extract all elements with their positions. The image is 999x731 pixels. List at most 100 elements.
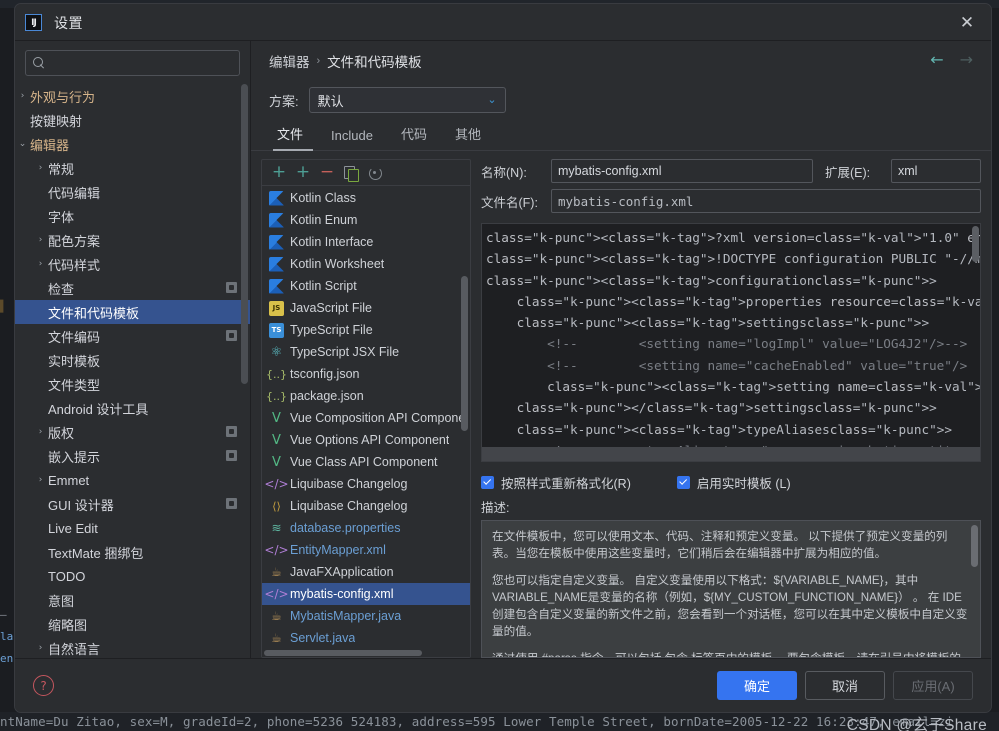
chevron-right-icon[interactable]: › xyxy=(15,91,30,101)
add-template-button[interactable]: + xyxy=(268,163,290,183)
chevron-right-icon[interactable]: › xyxy=(33,163,48,173)
sidebar-item-8[interactable]: ›检查 xyxy=(15,276,250,300)
sidebar-item-21[interactable]: ›意图 xyxy=(15,588,250,612)
description-scrollbar[interactable] xyxy=(971,525,978,567)
template-list[interactable]: Kotlin Class Kotlin Enum Kotlin Interface K… xyxy=(262,186,470,649)
background-editor-left-column: ▌ – la en xyxy=(0,8,14,731)
sidebar-item-20[interactable]: ›TODO xyxy=(15,564,250,588)
sidebar-item-19[interactable]: ›TextMate 捆绑包 xyxy=(15,540,250,564)
tab-1[interactable]: Include xyxy=(317,128,387,150)
sidebar-item-2[interactable]: ⌄ 编辑器 xyxy=(15,132,250,156)
sidebar-item-4[interactable]: ›代码编辑 xyxy=(15,180,250,204)
template-name-input[interactable]: mybatis-config.xml xyxy=(551,159,813,183)
sidebar-item-label: 文件编码 xyxy=(48,329,101,345)
dialog-title: 设置 xyxy=(54,14,83,31)
template-list-item-13[interactable]: </> Liquibase Changelog xyxy=(262,473,470,495)
add-child-template-button[interactable]: + xyxy=(292,163,314,183)
template-list-item-17[interactable]: ☕ JavaFXApplication xyxy=(262,561,470,583)
back-arrow-icon[interactable]: ← xyxy=(930,52,943,68)
reset-template-icon[interactable] xyxy=(364,163,386,183)
help-icon[interactable]: ? xyxy=(33,675,54,696)
template-list-item-6[interactable]: TS TypeScript File xyxy=(262,319,470,341)
live-template-checkbox[interactable]: 启用实时模板 (L) xyxy=(676,473,791,492)
hscroll-thumb[interactable] xyxy=(264,650,422,656)
sidebar-item-23[interactable]: › 自然语言 xyxy=(15,636,250,658)
close-icon[interactable]: ✕ xyxy=(957,13,977,33)
sidebar-scrollbar[interactable] xyxy=(241,84,248,384)
sidebar-item-1[interactable]: ›按键映射 xyxy=(15,108,250,132)
template-list-item-11[interactable]: V Vue Options API Component xyxy=(262,429,470,451)
template-list-item-10[interactable]: V Vue Composition API Component xyxy=(262,407,470,429)
template-extension-input[interactable]: xml xyxy=(891,159,981,183)
template-list-item-5[interactable]: JS JavaScript File xyxy=(262,297,470,319)
template-list-item-12[interactable]: V Vue Class API Component xyxy=(262,451,470,473)
template-list-item-16[interactable]: </> EntityMapper.xml xyxy=(262,539,470,561)
copy-template-icon[interactable] xyxy=(340,163,362,183)
remove-template-button[interactable]: − xyxy=(316,163,338,183)
sidebar-item-15[interactable]: ›嵌入提示 xyxy=(15,444,250,468)
apply-button[interactable]: 应用(A) xyxy=(893,671,973,700)
checkbox-checked-icon xyxy=(676,475,690,489)
sidebar-item-11[interactable]: ›实时模板 xyxy=(15,348,250,372)
chevron-right-icon[interactable]: › xyxy=(33,475,48,485)
forward-arrow-icon[interactable]: → xyxy=(960,52,973,68)
sidebar-item-label: Android 设计工具 xyxy=(48,401,149,417)
sidebar-item-label: 编辑器 xyxy=(30,137,70,153)
template-list-item-2[interactable]: Kotlin Interface xyxy=(262,231,470,253)
template-list-item-3[interactable]: Kotlin Worksheet xyxy=(262,253,470,275)
sidebar-item-12[interactable]: ›文件类型 xyxy=(15,372,250,396)
search-input[interactable] xyxy=(52,55,232,71)
tab-0[interactable]: 文件 xyxy=(269,124,317,151)
search-box[interactable] xyxy=(25,50,240,76)
chevron-right-icon[interactable]: › xyxy=(33,643,48,653)
template-list-item-20[interactable]: ☕ Servlet.java xyxy=(262,627,470,649)
sidebar-item-9[interactable]: ›文件和代码模板 xyxy=(15,300,250,324)
reformat-checkbox[interactable]: 按照样式重新格式化(R) xyxy=(481,473,631,492)
template-tabs: 文件 Include 代码 其他 xyxy=(251,119,991,151)
ok-button[interactable]: 确定 xyxy=(717,671,797,700)
code-editor-scrollbar[interactable] xyxy=(972,226,979,262)
template-list-item-1[interactable]: Kotlin Enum xyxy=(262,209,470,231)
chevron-right-icon[interactable]: › xyxy=(33,427,48,437)
kotlin-file-icon xyxy=(269,278,284,294)
sidebar-item-label: 缩略图 xyxy=(48,617,88,633)
sidebar-item-17[interactable]: ›GUI 设计器 xyxy=(15,492,250,516)
sidebar-item-10[interactable]: ›文件编码 xyxy=(15,324,250,348)
template-list-scrollbar[interactable] xyxy=(461,276,468,431)
sidebar-item-0[interactable]: › 外观与行为 xyxy=(15,84,250,108)
sidebar-item-16[interactable]: › Emmet xyxy=(15,468,250,492)
extension-label: 扩展(E): xyxy=(825,165,871,180)
template-code-editor[interactable]: class="k-punc"><class="k-tag">?xml versi… xyxy=(481,223,981,462)
chevron-down-icon[interactable]: ⌄ xyxy=(15,139,30,149)
reformat-checkbox-label: 按照样式重新格式化(R) xyxy=(501,476,631,491)
sidebar-item-14[interactable]: › 版权 xyxy=(15,420,250,444)
template-list-item-15[interactable]: ≋ database.properties xyxy=(262,517,470,539)
sidebar-item-3[interactable]: › 常规 xyxy=(15,156,250,180)
sidebar-item-22[interactable]: ›缩略图 xyxy=(15,612,250,636)
tab-2[interactable]: 代码 xyxy=(387,124,441,150)
breadcrumb-parent[interactable]: 编辑器 xyxy=(269,51,310,71)
template-list-item-18[interactable]: </> mybatis-config.xml xyxy=(262,583,470,605)
cancel-button[interactable]: 取消 xyxy=(805,671,885,700)
template-list-item-19[interactable]: ☕ MybatisMapper.java xyxy=(262,605,470,627)
template-list-item-14[interactable]: ⟨⟩ Liquibase Changelog xyxy=(262,495,470,517)
template-list-hscrollbar[interactable] xyxy=(262,649,470,657)
template-list-item-9[interactable]: {..} package.json xyxy=(262,385,470,407)
sidebar-item-7[interactable]: › 代码样式 xyxy=(15,252,250,276)
template-list-item-4[interactable]: Kotlin Script xyxy=(262,275,470,297)
tab-3[interactable]: 其他 xyxy=(441,124,495,150)
template-list-item-7[interactable]: ⚛ TypeScript JSX File xyxy=(262,341,470,363)
template-list-item-0[interactable]: Kotlin Class xyxy=(262,187,470,209)
chevron-right-icon[interactable]: › xyxy=(33,259,48,269)
description-box[interactable]: 在文件模板中，您可以使用文本、代码、注释和预定义变量。 以下提供了预定义变量的列… xyxy=(481,520,981,658)
sidebar-item-18[interactable]: ›Live Edit xyxy=(15,516,250,540)
chevron-right-icon[interactable]: › xyxy=(33,235,48,245)
settings-tree[interactable]: ›外观与行为›按键映射⌄编辑器›常规›代码编辑›字体›配色方案›代码样式›检查›… xyxy=(15,82,250,658)
json-file-icon: {..} xyxy=(266,367,287,381)
sidebar-item-5[interactable]: ›字体 xyxy=(15,204,250,228)
sidebar-item-13[interactable]: ›Android 设计工具 xyxy=(15,396,250,420)
sidebar-item-6[interactable]: › 配色方案 xyxy=(15,228,250,252)
template-list-item-8[interactable]: {..} tsconfig.json xyxy=(262,363,470,385)
template-filename-input[interactable]: mybatis-config.xml xyxy=(551,189,981,213)
scheme-dropdown[interactable]: 默认 ⌄ xyxy=(308,87,506,113)
